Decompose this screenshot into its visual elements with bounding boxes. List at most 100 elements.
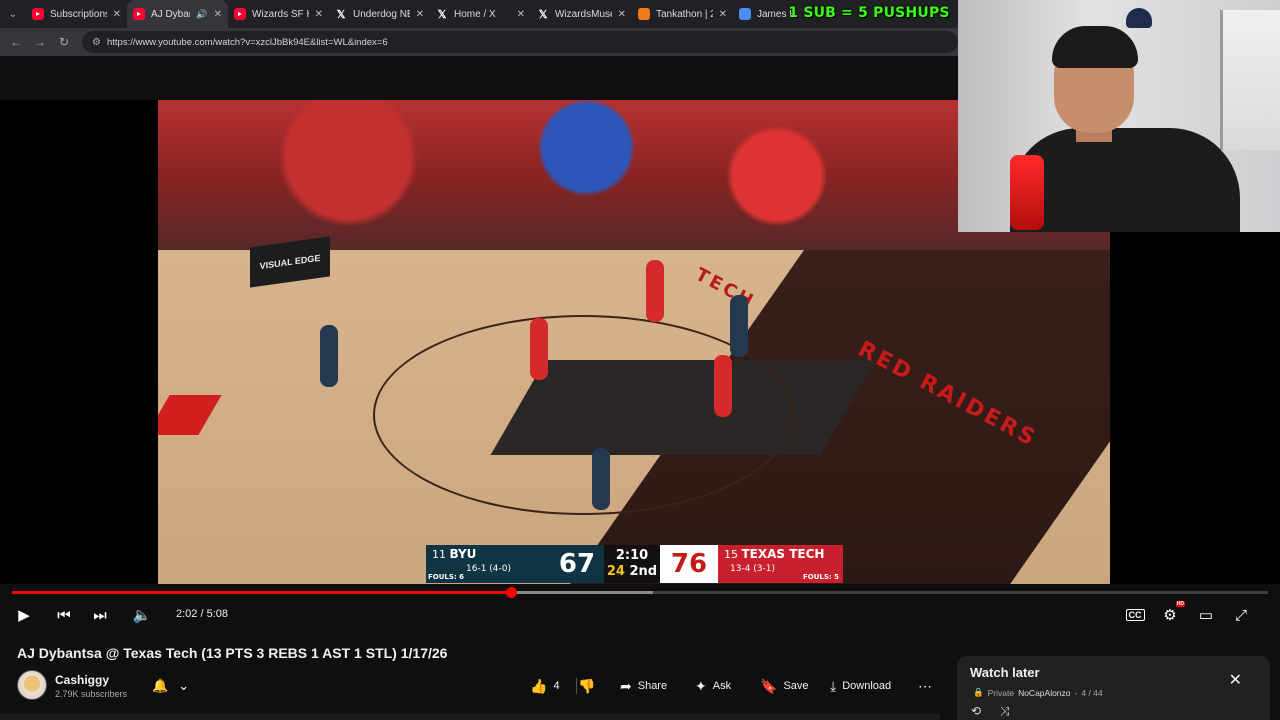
meta-separator: - [1074,687,1078,698]
bookmark-icon [739,8,751,20]
browser-tab[interactable]: 𝕏 WizardsMuse ✕ [531,0,632,28]
x-icon: 𝕏 [437,8,447,21]
team1-fouls: FOULS: 6 [428,573,465,581]
close-icon[interactable]: ✕ [517,9,525,20]
close-icon[interactable]: ✕ [315,9,323,20]
player-figure [592,448,610,510]
bell-icon: 🔔 [152,678,169,693]
game-clock: 2:10 24 2nd [604,545,660,583]
more-actions-button[interactable]: ⋯ [918,674,932,698]
channel-name[interactable]: Cashiggy [55,673,109,687]
download-label: Download [842,680,892,692]
like-button[interactable]: 👍 4 [530,674,577,698]
tab-search-icon[interactable]: ⌄ [0,0,26,28]
time-display: 2:02 / 5:08 [176,608,228,620]
share-button[interactable]: ➦ Share [620,674,667,698]
channel-avatar[interactable] [17,670,47,700]
video-title: AJ Dybantsa @ Texas Tech (13 PTS 3 REBS … [17,645,448,661]
team1-score: 67 [550,545,604,583]
play-icon[interactable]: ▶ [12,604,36,626]
team1-name: BYU [449,547,477,561]
team2-name: TEXAS TECH [741,547,825,561]
close-icon[interactable]: ✕ [416,9,424,20]
youtube-icon [32,8,44,20]
webcam-hat [1126,8,1152,28]
close-icon[interactable]: ✕ [719,9,727,20]
browser-tab-active[interactable]: AJ Dybants 🔊 ✕ [127,0,228,28]
page-header-strip [0,56,958,100]
more-dots-icon: ⋯ [918,677,932,694]
player-figure [646,260,664,322]
url-field[interactable]: ⚙ https://www.youtube.com/watch?v=xzclJb… [82,31,958,53]
youtube-icon [234,8,246,20]
browser-tab[interactable]: Subscriptions ✕ [26,0,127,28]
close-icon[interactable]: ✕ [1229,670,1242,690]
content-divider [0,714,940,720]
speaker-icon[interactable]: 🔊 [196,9,207,20]
shot-clock: 24 [606,564,625,579]
reload-icon[interactable]: ↻ [54,32,74,52]
next-icon[interactable]: ⏭ [88,604,112,626]
microphone [1010,155,1044,230]
like-count: 4 [553,680,560,692]
tab-label: WizardsMuse [555,8,612,20]
browser-tab[interactable]: 𝕏 Underdog NB ✕ [329,0,430,28]
played-bar [12,591,511,594]
webcam-person-hair [1052,26,1138,68]
forward-arrow-icon[interactable]: → [30,32,50,52]
download-button[interactable]: ⤓ Download [830,674,891,698]
save-button[interactable]: 🔖 Save [760,674,809,698]
tab-label: Underdog NB [353,8,410,20]
scrubber-handle[interactable] [505,587,517,598]
browser-tab[interactable]: 𝕏 Home / X ✕ [430,0,531,28]
team1-panel: 11 BYU 16-1 (4-0) FOULS: 6 [426,545,550,583]
playlist-position: 4 / 44 [1081,687,1103,698]
tab-label: AJ Dybants [151,8,190,20]
lock-icon: 🔒 [973,687,984,697]
url-text: https://www.youtube.com/watch?v=xzclJbBk… [106,36,388,48]
team1-record: 16-1 (4-0) [466,564,512,574]
scoreboard: 11 BYU 16-1 (4-0) FOULS: 6 67 2:10 24 2n… [426,545,843,583]
dislike-button[interactable]: 👎 [578,674,595,698]
tankathon-icon [638,8,650,20]
player-figure [730,295,748,357]
player-figure [320,325,338,387]
playlist-title[interactable]: Watch later [970,665,1040,680]
tab-label: Home / X [454,8,496,20]
x-icon: 𝕏 [336,8,346,21]
share-label: Share [637,680,668,692]
browser-tab[interactable]: Tankathon | 20 ✕ [632,0,733,28]
playlist-owner[interactable]: NoCapAlonzo [1018,688,1070,698]
site-info-icon[interactable]: ⚙ [92,37,101,48]
progress-bar[interactable] [12,587,1268,598]
close-icon[interactable]: ✕ [618,9,626,20]
back-arrow-icon[interactable]: ← [6,32,26,52]
shuffle-icon[interactable]: ⤨ [1000,704,1010,719]
captions-icon[interactable]: CC [1123,604,1147,626]
previous-icon[interactable]: ⏮ [52,604,76,626]
clock-time: 2:10 [615,548,649,563]
team2-score: 76 [660,545,718,583]
save-label: Save [783,680,809,692]
close-icon[interactable]: ✕ [113,9,121,20]
tab-label: Subscriptions [50,8,107,20]
playlist-panel: Watch later 🔒 Private NoCapAlonzo - 4 / … [957,656,1270,720]
volume-icon[interactable]: 🔈 [130,604,154,626]
loop-icon[interactable]: ⟲ [971,704,981,718]
tab-label: Wizards SF Ke [252,8,309,20]
close-icon[interactable]: ✕ [214,9,222,20]
sparkle-icon: ✦ [695,677,707,694]
youtube-icon [133,8,145,20]
playlist-meta: 🔒 Private NoCapAlonzo - 4 / 44 [973,687,1103,698]
notification-bell-button[interactable]: 🔔 ⌄ [152,673,202,699]
period: 2nd [629,564,658,579]
browser-tab[interactable]: Wizards SF Ke ✕ [228,0,329,28]
webcam-person-body [1010,128,1240,232]
fullscreen-icon[interactable]: ⤢ [1229,604,1253,626]
ask-label: Ask [712,680,732,692]
webcam-window [1220,10,1280,150]
settings-gear-icon[interactable]: ⚙ HD [1158,601,1185,626]
ask-button[interactable]: ✦ Ask [695,674,731,698]
miniplayer-icon[interactable]: ▭ [1194,604,1218,626]
player-figure [714,355,732,417]
